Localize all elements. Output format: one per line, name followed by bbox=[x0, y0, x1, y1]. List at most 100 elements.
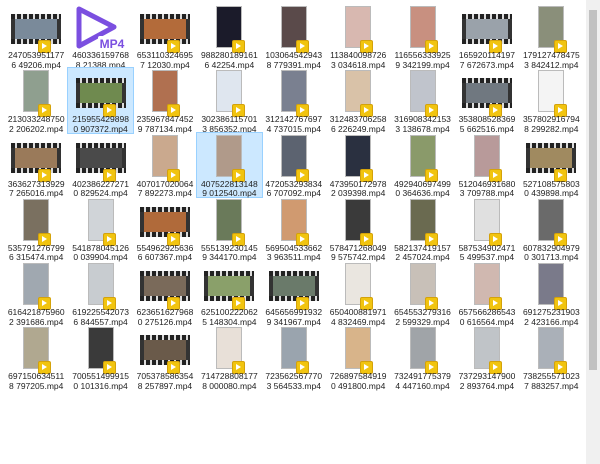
file-item[interactable]: 6912752319032 423166.mp4 bbox=[519, 261, 583, 326]
file-item[interactable]: 2470539511776 49206.mp4 bbox=[4, 4, 68, 70]
file-item[interactable]: 4023862272710 829524.mp4 bbox=[68, 133, 132, 199]
file-name: 3169083421533 138678.mp4 bbox=[394, 114, 451, 134]
file-item[interactable]: 4929406974990 364636.mp4 bbox=[390, 133, 454, 198]
file-item[interactable]: 7268975849190 491800.mp4 bbox=[326, 325, 390, 391]
video-filmstrip-thumbnail bbox=[461, 78, 512, 109]
video-filmstrip-thumbnail bbox=[139, 271, 190, 302]
video-filmstrip-thumbnail bbox=[461, 14, 512, 44]
file-item[interactable]: 4070170200647 892273.mp4 bbox=[133, 133, 197, 198]
file-name: 2130332487502 206202.mp4 bbox=[7, 114, 65, 134]
file-item[interactable]: MP4 4603361597688 21388.mp4 bbox=[68, 4, 132, 70]
file-item[interactable]: 1791274784753 842412.mp4 bbox=[519, 4, 583, 70]
file-item[interactable]: 6545532793162 599329.mp4 bbox=[390, 261, 454, 327]
file-item[interactable]: 3023861157013 856352.mp4 bbox=[197, 68, 261, 134]
file-item[interactable]: 2130332487502 206202.mp4 bbox=[4, 68, 68, 134]
file-name: 3636273139297 265016.mp4 bbox=[7, 178, 65, 199]
file-item[interactable]: 1165563339259 342199.mp4 bbox=[390, 4, 454, 69]
thumbnail-image bbox=[79, 83, 122, 104]
file-name: 5271085758030 439898.mp4 bbox=[522, 178, 580, 199]
file-item[interactable]: 6971506345118 797205.mp4 bbox=[4, 325, 68, 391]
video-filmstrip-thumbnail bbox=[139, 14, 190, 44]
file-name: 7005514999150 101316.mp4 bbox=[72, 371, 129, 391]
file-name: 9882801891616 42254.mp4 bbox=[201, 50, 258, 70]
file-item[interactable]: 3124837062586 226249.mp4 bbox=[326, 68, 390, 134]
file-item[interactable]: 6236516279680 275126.mp4 bbox=[133, 261, 197, 327]
file-name: 6971506345118 797205.mp4 bbox=[8, 371, 65, 391]
file-item[interactable]: 5271085758030 439898.mp4 bbox=[519, 133, 583, 199]
file-item[interactable]: 5418780451260 039904.mp4 bbox=[68, 197, 132, 263]
video-filmstrip-thumbnail bbox=[11, 142, 62, 173]
file-item[interactable]: 7053785863548 257897.mp4 bbox=[133, 325, 197, 391]
file-item[interactable]: 5551392301459 344170.mp4 bbox=[197, 197, 261, 262]
file-item[interactable]: 2359678474529 787134.mp4 bbox=[133, 68, 197, 134]
file-item[interactable]: 6531103246957 12030.mp4 bbox=[133, 4, 197, 70]
file-item[interactable]: 6192255420736 844557.mp4 bbox=[68, 261, 132, 326]
file-item[interactable]: 4720532938346 707092.mp4 bbox=[262, 133, 326, 198]
file-name: 2470539511776 49206.mp4 bbox=[8, 50, 65, 70]
file-item[interactable]: 6251002220625 148304.mp4 bbox=[197, 261, 261, 326]
file-item[interactable]: 7382555710237 883257.mp4 bbox=[519, 325, 583, 391]
file-item[interactable]: 5695045336623 963511.mp4 bbox=[262, 197, 326, 262]
file-name: 7372931479002 893764.mp4 bbox=[458, 371, 516, 391]
file-name: 6545532793162 599329.mp4 bbox=[394, 307, 451, 327]
file-name: 1791274784753 842412.mp4 bbox=[522, 50, 580, 70]
video-filmstrip-thumbnail bbox=[11, 14, 62, 44]
video-filmstrip-thumbnail bbox=[204, 271, 255, 302]
file-name: 5357912767996 315474.mp4 bbox=[7, 242, 65, 263]
file-item[interactable]: 4075228131489 012540.mp4 bbox=[196, 131, 263, 199]
file-item[interactable]: 7147288081778 000080.mp4 bbox=[197, 325, 261, 391]
file-item[interactable]: 3538085283695 662516.mp4 bbox=[455, 68, 519, 134]
file-name: 5418780451260 039904.mp4 bbox=[72, 242, 129, 263]
file-name: 7053785863548 257897.mp4 bbox=[136, 371, 194, 391]
scrollbar-thumb[interactable] bbox=[589, 10, 597, 370]
file-item[interactable]: 7324917753794 447160.mp4 bbox=[390, 325, 454, 391]
file-item[interactable]: 5357912767996 315474.mp4 bbox=[4, 197, 68, 263]
file-item[interactable]: 5784712680499 575742.mp4 bbox=[326, 197, 390, 263]
file-name: 7268975849190 491800.mp4 bbox=[329, 371, 387, 391]
file-item[interactable]: 9882801891616 42254.mp4 bbox=[197, 4, 261, 70]
file-item[interactable]: 7372931479002 893764.mp4 bbox=[455, 325, 519, 391]
file-item[interactable]: 6078329049790 301713.mp4 bbox=[519, 197, 583, 262]
file-item[interactable]: 6456569919329 341967.mp4 bbox=[262, 261, 326, 326]
thumbnail-image bbox=[465, 19, 508, 39]
file-item[interactable]: 3121427676974 737015.mp4 bbox=[262, 68, 326, 134]
file-item[interactable]: 6504008819714 832469.mp4 bbox=[326, 261, 390, 327]
thumbnail-image bbox=[530, 147, 573, 168]
file-name: 7324917753794 447160.mp4 bbox=[394, 371, 451, 391]
file-item[interactable]: 5120469316803 709788.mp4 bbox=[455, 133, 519, 199]
file-name: 5120469316803 709788.mp4 bbox=[458, 178, 516, 199]
file-item[interactable]: 7005514999150 101316.mp4 bbox=[68, 325, 132, 391]
file-item[interactable]: 6164218759602 391686.mp4 bbox=[4, 261, 68, 326]
file-item[interactable]: 6575662865430 616564.mp4 bbox=[455, 261, 519, 327]
file-item[interactable]: 3169083421533 138678.mp4 bbox=[390, 68, 454, 134]
file-item[interactable]: 1138400987263 034618.mp4 bbox=[326, 4, 390, 70]
file-item[interactable]: 5549629256366 607367.mp4 bbox=[133, 197, 197, 262]
file-name: 4603361597688 21388.mp4 bbox=[72, 50, 129, 70]
file-item[interactable]: 1659201141977 672673.mp4 bbox=[455, 4, 519, 70]
file-name: 4075228131489 012540.mp4 bbox=[201, 178, 258, 199]
file-name: 2359678474529 787134.mp4 bbox=[136, 114, 194, 134]
file-item[interactable]: 5821374191572 457024.mp4 bbox=[390, 197, 454, 262]
file-name: 6531103246957 12030.mp4 bbox=[136, 50, 194, 70]
file-name: 3124837062586 226249.mp4 bbox=[329, 114, 387, 134]
thumbnail-image bbox=[208, 276, 251, 297]
thumbnail-image bbox=[79, 147, 122, 168]
file-item[interactable]: 3636273139297 265016.mp4 bbox=[4, 133, 68, 199]
file-name: 5784712680499 575742.mp4 bbox=[329, 242, 387, 263]
file-item[interactable]: 5875349024715 499537.mp4 bbox=[455, 197, 519, 262]
file-item[interactable]: 1030645429438 779391.mp4 bbox=[262, 4, 326, 70]
file-name: 6504008819714 832469.mp4 bbox=[329, 307, 387, 327]
file-name: 6575662865430 616564.mp4 bbox=[458, 307, 516, 327]
file-name: 1030645429438 779391.mp4 bbox=[265, 50, 323, 70]
thumbnail-image bbox=[143, 19, 186, 39]
file-item[interactable]: 4739501729782 039398.mp4 bbox=[326, 133, 390, 198]
file-name: 1138400987263 034618.mp4 bbox=[330, 50, 387, 70]
thumbnail-image bbox=[15, 19, 58, 39]
file-item[interactable]: 7235625677703 564533.mp4 bbox=[262, 325, 326, 391]
file-name: 6236516279680 275126.mp4 bbox=[136, 307, 194, 327]
file-item[interactable]: 2159554298980 907372.mp4 bbox=[67, 67, 134, 134]
file-item[interactable]: 3578029167948 299282.mp4 bbox=[519, 68, 583, 134]
file-name: 4023862272710 829524.mp4 bbox=[72, 178, 129, 199]
vertical-scrollbar[interactable] bbox=[586, 0, 600, 464]
file-name: 1659201141977 672673.mp4 bbox=[458, 50, 515, 70]
